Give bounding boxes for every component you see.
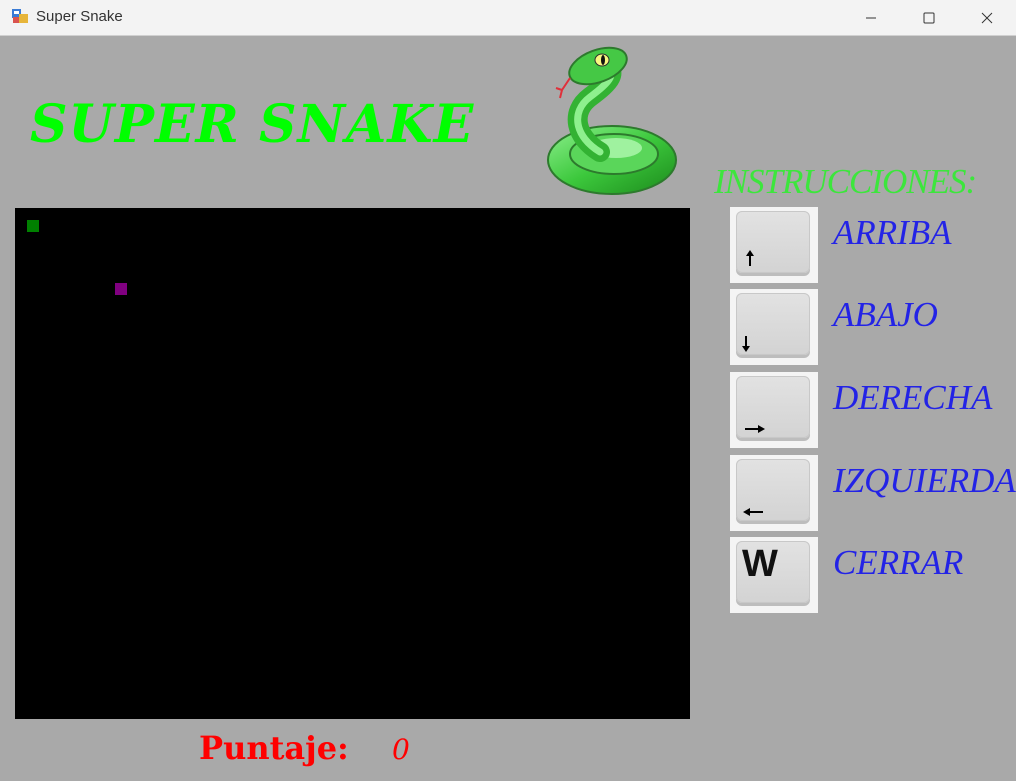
arrow-down-icon <box>742 336 750 352</box>
arrow-right-icon <box>745 425 765 433</box>
game-board <box>15 208 690 719</box>
instruction-down: ABAJO <box>730 289 1000 365</box>
instruction-label: DERECHA <box>833 378 993 417</box>
w-key-letter: W <box>742 543 778 585</box>
down-key <box>730 289 818 365</box>
instruction-label: ARRIBA <box>833 213 952 252</box>
maximize-button[interactable] <box>900 0 958 36</box>
instruction-left: IZQUIERDA <box>730 455 1016 531</box>
score-label: Puntaje: <box>199 729 349 767</box>
arrow-up-icon <box>746 250 754 266</box>
instruction-up: ARRIBA <box>730 207 1000 283</box>
minimize-icon <box>866 17 876 19</box>
instructions-heading: INSTRUCCIONES: <box>714 162 977 201</box>
game-form: SUPER SNAKE Puntaje: 0 INSTRUCCIONES: AR… <box>0 36 1016 781</box>
app-icon <box>12 9 28 23</box>
snake-icon <box>547 46 677 195</box>
title-bar: Super Snake <box>0 0 1016 36</box>
close-button[interactable] <box>958 0 1016 36</box>
close-icon <box>981 12 993 24</box>
snake-segment <box>27 220 39 232</box>
instruction-label: ABAJO <box>833 295 938 334</box>
instruction-label: IZQUIERDA <box>833 461 1016 500</box>
arrow-left-icon <box>743 508 763 516</box>
instruction-close: W CERRAR <box>730 537 1000 613</box>
instruction-label: CERRAR <box>833 543 964 582</box>
score-value: 0 <box>392 733 410 766</box>
minimize-button[interactable] <box>842 0 900 36</box>
w-key: W <box>730 537 818 613</box>
right-key <box>730 372 818 448</box>
maximize-icon <box>923 12 935 24</box>
food-item <box>115 283 127 295</box>
game-title: SUPER SNAKE <box>30 94 475 155</box>
window-title: Super Snake <box>36 8 123 25</box>
left-key <box>730 455 818 531</box>
instruction-right: DERECHA <box>730 372 1000 448</box>
up-key <box>730 207 818 283</box>
